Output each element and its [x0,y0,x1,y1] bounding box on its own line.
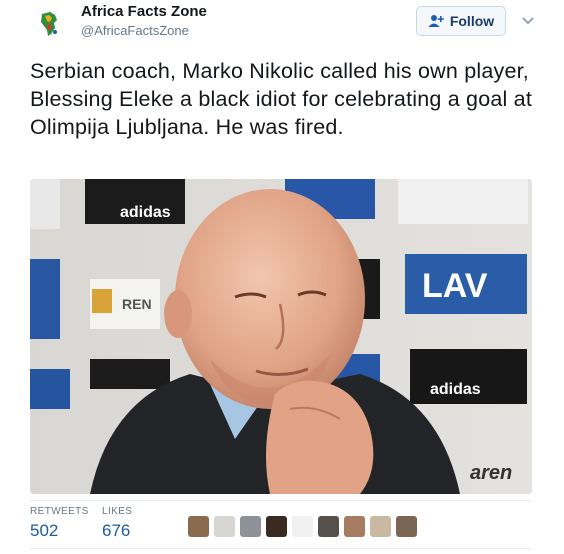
liker-avatar[interactable] [318,516,339,537]
ren-text: REN [122,296,152,312]
add-user-icon [428,15,444,27]
author-name[interactable]: Africa Facts Zone [81,3,207,20]
lav-text: LAV [422,267,488,305]
adidas-text-2: adidas [430,381,481,398]
stats-divider-bottom [30,548,532,549]
africa-logo-icon [41,12,57,36]
liker-avatar[interactable] [188,516,209,537]
liker-avatar[interactable] [266,516,287,537]
arena-text: aren [470,462,512,484]
likes-label: LIKES [102,506,133,517]
retweets-value: 502 [30,521,59,540]
author-avatar[interactable] [30,6,68,44]
retweets-label: RETWEETS [30,506,89,517]
press-conference-image: adidas REN LAV adidas aren [30,179,532,494]
liker-avatar[interactable] [396,516,417,537]
likes-stat[interactable]: LIKES 676 [102,506,132,541]
liker-avatar[interactable] [292,516,313,537]
tweet-photo[interactable]: adidas REN LAV adidas aren [30,179,532,494]
author-handle[interactable]: @AfricaFactsZone [81,23,189,38]
liker-avatar[interactable] [214,516,235,537]
liker-avatar[interactable] [240,516,261,537]
chevron-down-icon[interactable] [520,12,536,28]
tweet-text: Serbian coach, Marko Nikolic called his … [30,59,533,139]
adidas-text-1: adidas [120,204,171,221]
follow-label: Follow [449,13,495,29]
follow-button[interactable]: Follow [416,6,506,36]
likes-value: 676 [102,521,131,540]
stats-divider-top [30,500,532,501]
retweets-stat[interactable]: RETWEETS 502 [30,506,89,541]
tweet-stats: RETWEETS 502 LIKES 676 [30,506,532,546]
liker-avatar[interactable] [344,516,365,537]
liker-avatars [188,516,417,537]
liker-avatar[interactable] [370,516,391,537]
